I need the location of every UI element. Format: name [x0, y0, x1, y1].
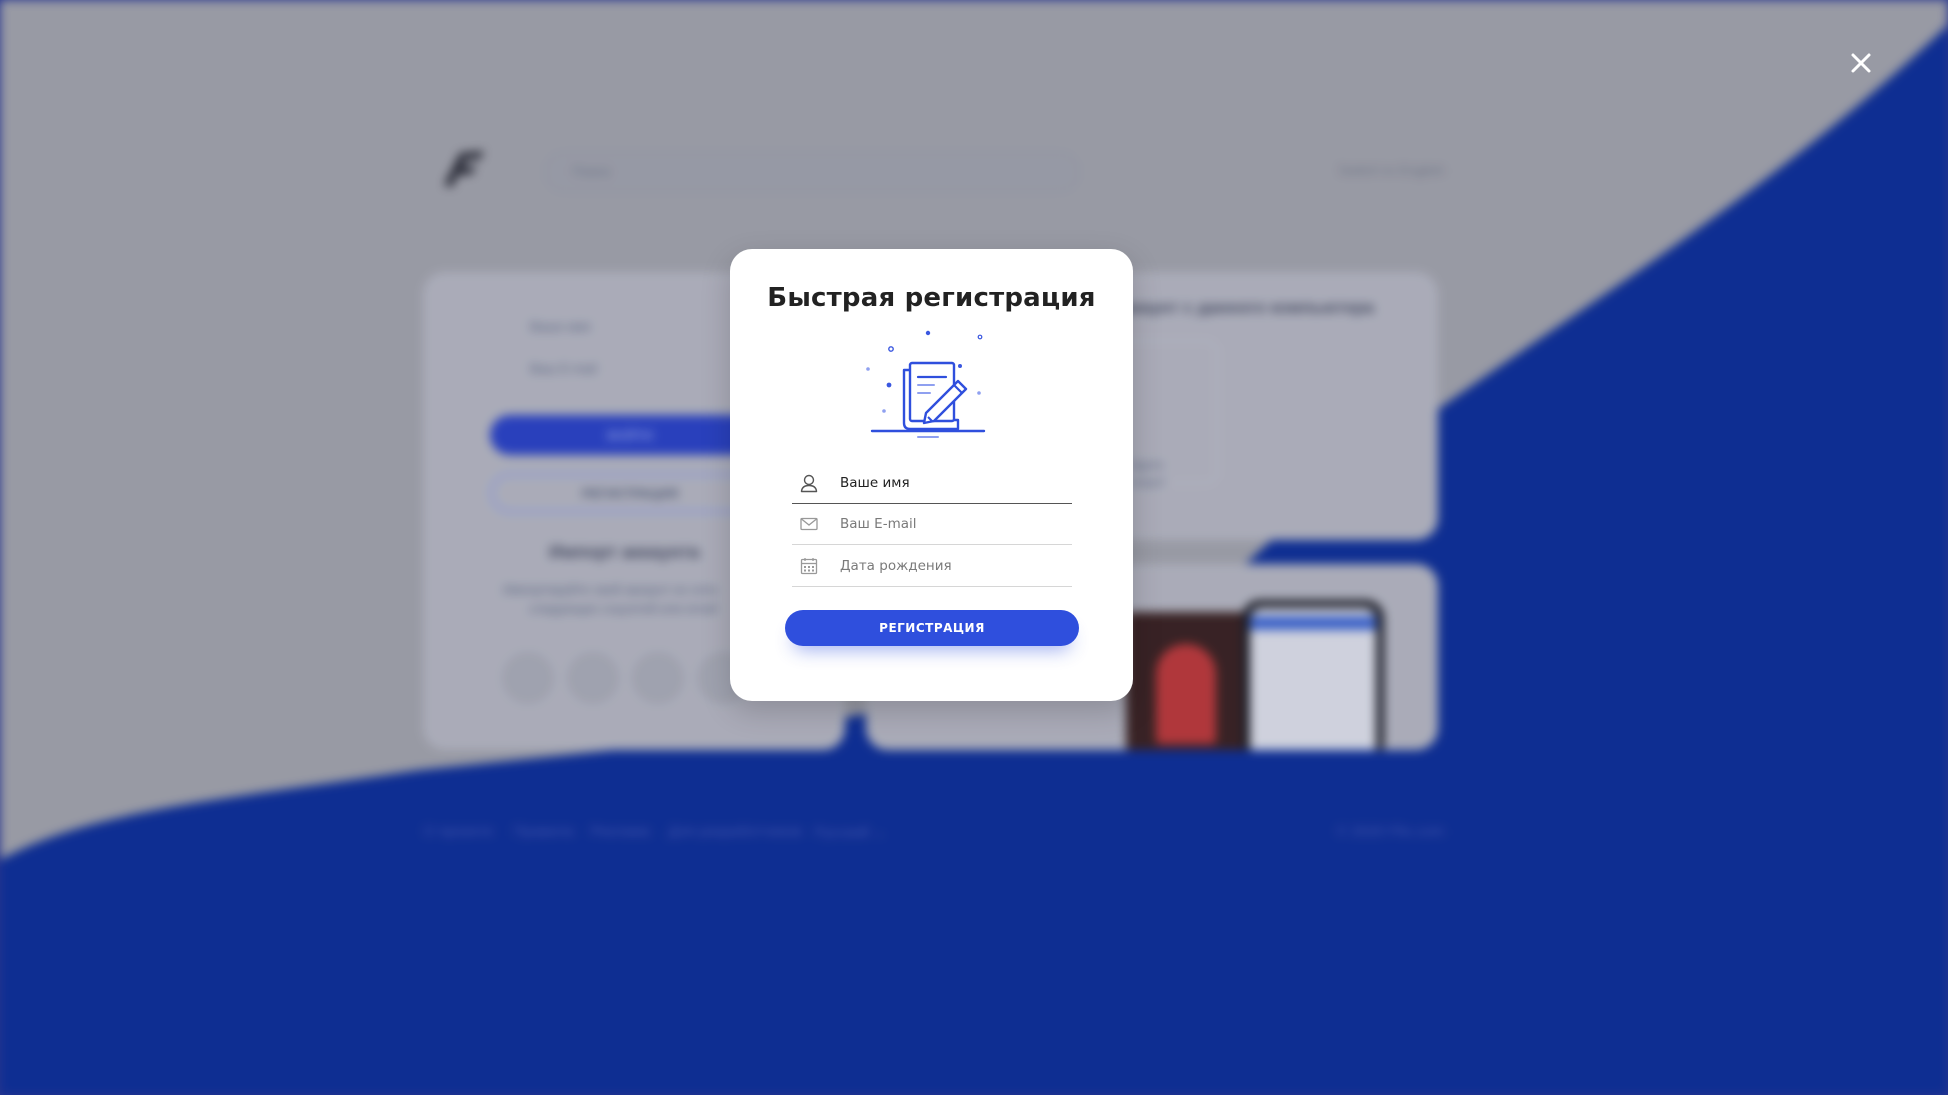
user-icon — [798, 472, 820, 494]
birthdate-input[interactable] — [840, 557, 1060, 574]
birthdate-field — [792, 545, 1072, 587]
register-button[interactable]: РЕГИСТРАЦИЯ — [785, 610, 1079, 646]
calendar-icon — [798, 555, 820, 577]
email-input[interactable] — [840, 515, 1060, 532]
name-input[interactable] — [840, 474, 1060, 491]
email-field — [792, 503, 1072, 545]
close-icon — [1851, 53, 1871, 73]
name-field — [792, 462, 1072, 504]
registration-modal: Быстрая регистрация Ваше имя Ваш E-mail … — [730, 249, 1133, 701]
modal-title: Быстрая регистрация — [767, 283, 1096, 313]
document-edit-illustration — [866, 330, 986, 438]
close-button[interactable] — [1844, 46, 1878, 80]
mail-icon — [798, 513, 820, 535]
